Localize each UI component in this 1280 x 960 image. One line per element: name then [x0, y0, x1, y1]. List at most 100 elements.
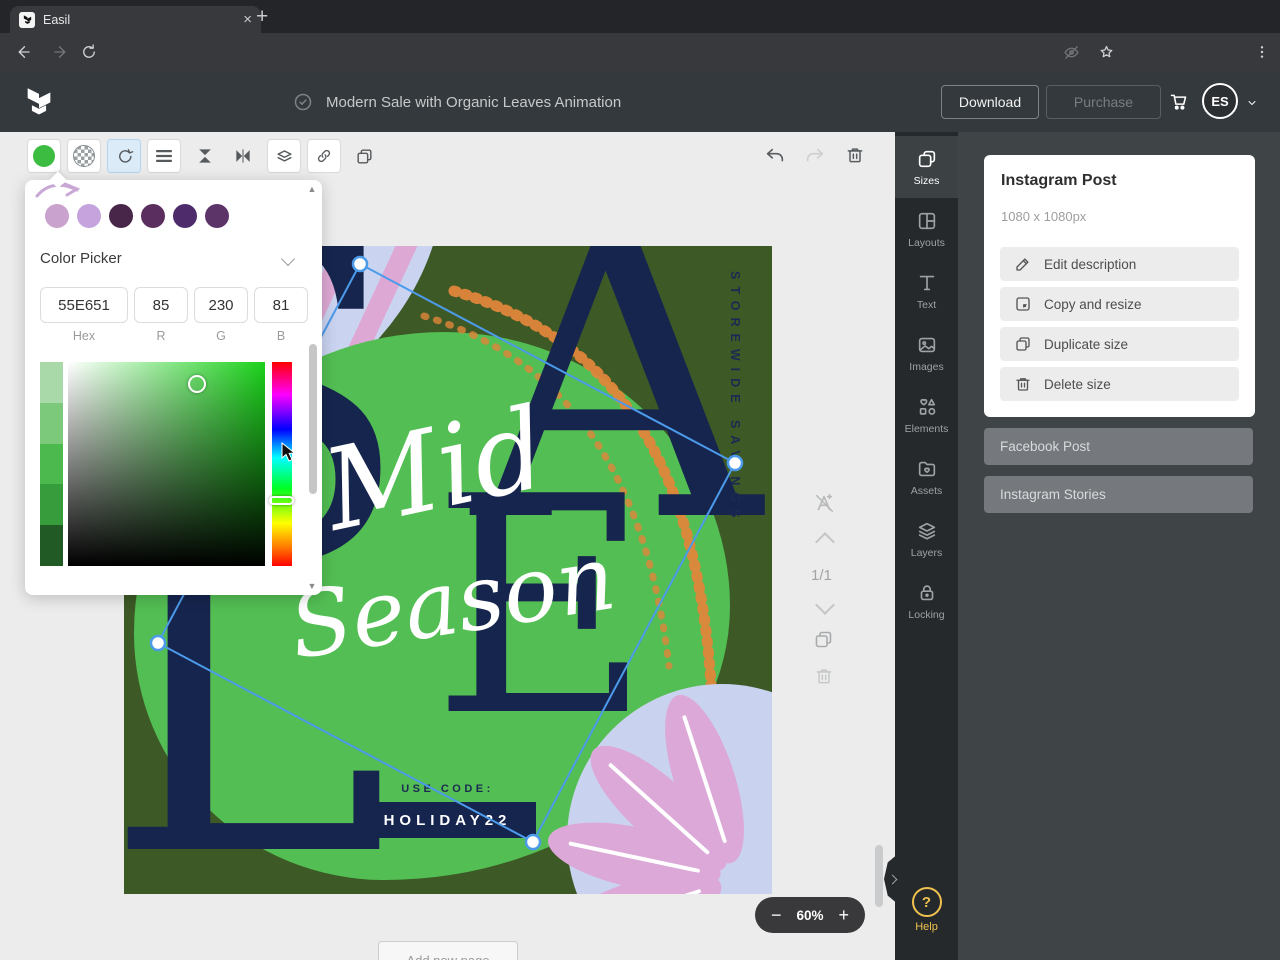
browser-tab[interactable]: Easil ×	[10, 6, 261, 33]
shade-cell[interactable]	[40, 525, 63, 566]
r-label: R	[156, 329, 166, 343]
hex-input[interactable]: 55E651	[40, 287, 128, 323]
facebook-post-size-button[interactable]: Facebook Post	[984, 428, 1253, 465]
app-header: Modern Sale with Organic Leaves Animatio…	[0, 71, 1280, 132]
hue-slider[interactable]	[272, 362, 292, 566]
sidebar-collapse-handle[interactable]	[884, 853, 899, 905]
duplicate-page-icon[interactable]	[813, 629, 834, 650]
assets-icon	[918, 461, 935, 476]
saved-check-icon	[293, 92, 313, 112]
selection-handle-right	[726, 454, 744, 472]
redo-icon[interactable]	[804, 145, 826, 167]
align-button[interactable]	[147, 139, 181, 173]
color-swatch[interactable]	[77, 204, 101, 228]
delete-element-icon[interactable]	[845, 145, 865, 165]
layers-stack-icon	[918, 522, 935, 540]
r-input[interactable]: 85	[134, 287, 188, 323]
reload-icon[interactable]	[80, 43, 98, 61]
swatch-row	[45, 204, 229, 228]
chevron-right-icon	[887, 874, 898, 884]
add-new-page-button[interactable]: Add new page	[378, 941, 518, 960]
flip-horizontal-icon	[236, 149, 250, 163]
saturation-handle[interactable]	[188, 375, 206, 393]
tab-close-icon[interactable]: ×	[243, 12, 252, 27]
align-lines-icon	[156, 150, 172, 162]
tab-title: Easil	[43, 12, 71, 27]
g-label: G	[216, 329, 226, 343]
selection-handle-top	[351, 255, 369, 273]
g-input[interactable]: 230	[194, 287, 248, 323]
sidebar-item-images[interactable]: Images	[895, 322, 958, 384]
undo-icon[interactable]	[764, 145, 786, 167]
edit-description-button[interactable]: Edit description	[1000, 247, 1239, 281]
document-title[interactable]: Modern Sale with Organic Leaves Animatio…	[326, 94, 621, 111]
account-chevron-down-icon[interactable]	[1246, 97, 1258, 109]
copy-and-resize-button[interactable]: Copy and resize	[1000, 287, 1239, 321]
scroll-up-icon[interactable]: ▲	[306, 184, 318, 194]
new-tab-button[interactable]: +	[256, 5, 268, 29]
color-swatch[interactable]	[141, 204, 165, 228]
color-swatch[interactable]	[109, 204, 133, 228]
instagram-stories-size-button[interactable]: Instagram Stories	[984, 476, 1253, 513]
delete-page-icon[interactable]	[814, 666, 834, 686]
mouse-cursor-icon	[281, 442, 296, 462]
text-icon	[919, 275, 934, 290]
scroll-down-icon[interactable]: ▼	[306, 581, 318, 591]
fill-color-button[interactable]	[27, 139, 61, 173]
shade-strip[interactable]	[40, 362, 63, 566]
opacity-button[interactable]	[67, 139, 101, 173]
avatar[interactable]: ES	[1202, 83, 1238, 119]
sidebar-item-elements[interactable]: Elements	[895, 384, 958, 446]
tools-sidebar: Sizes Layouts Text Images Elements Asset…	[895, 132, 958, 960]
animation-disabled-icon[interactable]	[813, 492, 835, 514]
hex-label: Hex	[72, 329, 96, 343]
page-down-icon[interactable]	[815, 595, 835, 615]
help-button[interactable]: ? Help	[895, 887, 958, 933]
zoom-in-button[interactable]: +	[838, 906, 849, 924]
bookmark-star-icon[interactable]	[1098, 44, 1115, 61]
b-input[interactable]: 81	[254, 287, 308, 323]
flip-horizontal-button[interactable]	[226, 139, 260, 173]
download-button[interactable]: Download	[941, 85, 1039, 119]
browser-menu-icon[interactable]	[1254, 43, 1270, 61]
color-swatch[interactable]	[173, 204, 197, 228]
browser-tab-strip: Easil × +	[0, 0, 1280, 33]
scrollbar-thumb[interactable]	[309, 344, 317, 494]
back-icon[interactable]	[14, 43, 32, 61]
saturation-brightness-area[interactable]	[68, 362, 265, 566]
hue-handle[interactable]	[269, 496, 294, 505]
sidebar-item-assets[interactable]: Assets	[895, 446, 958, 508]
shade-cell[interactable]	[40, 484, 63, 526]
purchase-button[interactable]: Purchase	[1046, 85, 1161, 119]
sidebar-item-layers[interactable]: Layers	[895, 508, 958, 570]
sidebar-item-sizes[interactable]: Sizes	[895, 136, 958, 198]
color-swatch[interactable]	[45, 204, 69, 228]
zoom-out-button[interactable]: −	[771, 906, 782, 924]
layers-button[interactable]	[267, 139, 301, 173]
panel-scrollbar[interactable]: ▲ ▼	[306, 184, 318, 591]
trash-icon	[1014, 375, 1032, 393]
zoom-level: 60%	[796, 907, 824, 923]
workspace-scrollbar-thumb[interactable]	[875, 845, 883, 907]
shade-cell[interactable]	[40, 362, 63, 403]
color-swatch[interactable]	[205, 204, 229, 228]
duplicate-size-button[interactable]: Duplicate size	[1000, 327, 1239, 361]
flip-vertical-button[interactable]	[188, 139, 222, 173]
cart-icon[interactable]	[1168, 91, 1189, 112]
duplicate-element-button[interactable]	[347, 139, 381, 173]
shade-cell[interactable]	[40, 443, 63, 485]
sidebar-item-layouts[interactable]: Layouts	[895, 198, 958, 260]
sidebar-item-locking[interactable]: Locking	[895, 570, 958, 632]
shade-cell[interactable]	[40, 402, 63, 444]
sidebar-item-text[interactable]: Text	[895, 260, 958, 322]
pencil-icon	[1014, 255, 1032, 273]
easil-logo-icon[interactable]	[22, 84, 56, 118]
rotate-button[interactable]	[107, 139, 141, 173]
delete-size-button[interactable]: Delete size	[1000, 367, 1239, 401]
forward-icon[interactable]	[52, 43, 70, 61]
link-button[interactable]	[307, 139, 341, 173]
collapse-picker-chevron-icon[interactable]	[280, 251, 296, 267]
eye-off-icon[interactable]	[1063, 44, 1080, 61]
page-up-icon[interactable]	[815, 532, 835, 552]
duplicate-icon	[1014, 335, 1032, 353]
